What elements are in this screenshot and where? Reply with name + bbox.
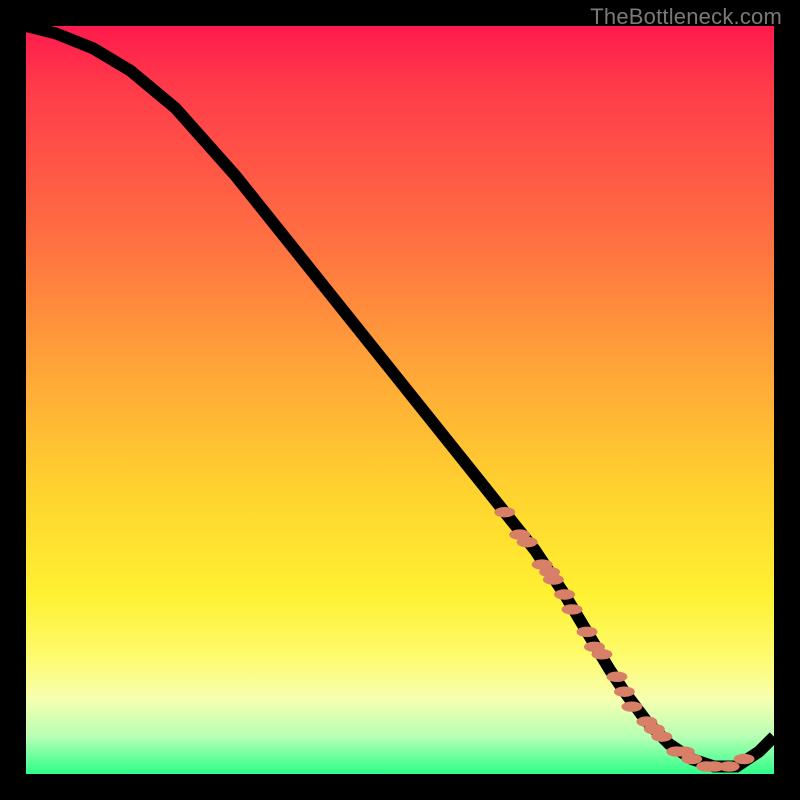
- plot-area: [26, 26, 774, 774]
- marker-point: [734, 754, 755, 764]
- marker-point: [577, 627, 598, 637]
- chart-svg: [26, 26, 774, 774]
- figure-frame: TheBottleneck.com: [0, 0, 800, 800]
- marker-point: [554, 589, 575, 599]
- marker-point: [614, 686, 635, 696]
- marker-point: [562, 604, 583, 614]
- marker-point: [591, 649, 612, 659]
- marker-point: [517, 537, 538, 547]
- marker-point: [494, 507, 515, 517]
- marker-point: [651, 731, 672, 741]
- marker-point: [606, 672, 627, 682]
- marker-point: [681, 754, 702, 764]
- marker-point: [543, 574, 564, 584]
- marker-point: [719, 761, 740, 771]
- watermark-text: TheBottleneck.com: [590, 4, 782, 30]
- marker-point: [621, 701, 642, 711]
- bottleneck-curve: [26, 26, 774, 767]
